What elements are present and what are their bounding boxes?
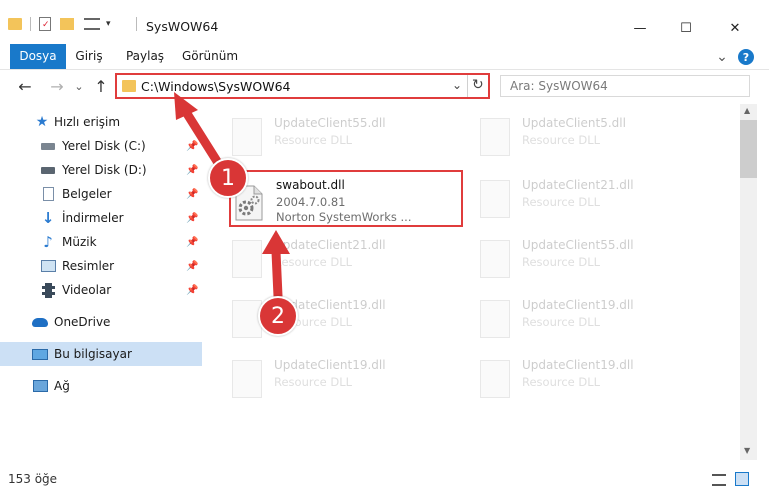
arrow-2-shaft: [271, 247, 283, 301]
annotation-arrows: [174, 92, 290, 301]
step-badge-2: 2: [258, 296, 298, 336]
arrow-1-shaft: [181, 107, 225, 171]
arrow-2-head: [262, 230, 290, 254]
step-badge-1: 1: [208, 158, 248, 198]
